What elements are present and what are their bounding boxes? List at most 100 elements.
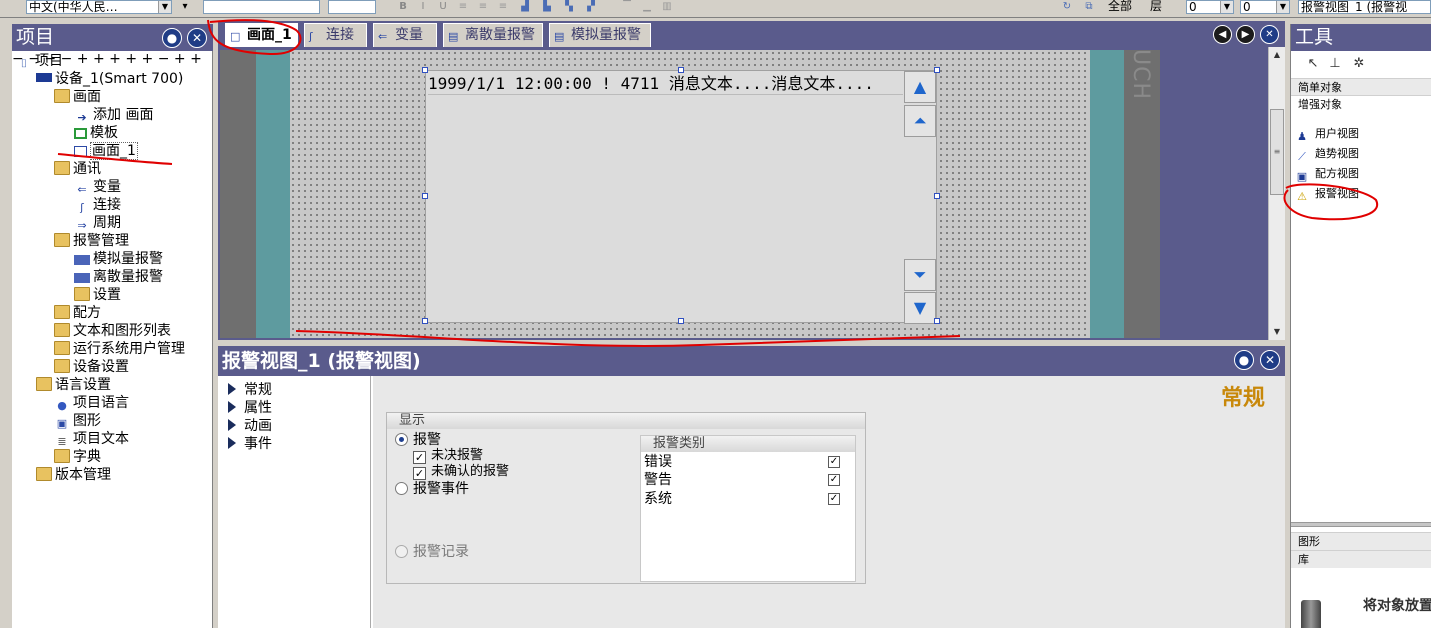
alarm-view-control[interactable]: 1999/1/1 12:00:00 ! 4711 消息文本....消息文本...… <box>425 70 937 324</box>
nav-properties[interactable]: 属性 <box>228 399 272 417</box>
distribute-icon[interactable]: ▥ <box>660 1 674 13</box>
expander-language-settings[interactable]: − <box>158 51 170 67</box>
align-left-icon[interactable]: ≡ <box>456 1 470 13</box>
expander-recipes[interactable]: + <box>93 51 105 67</box>
tab-screen-1[interactable]: □ 画面_1 <box>225 23 298 47</box>
layer-number-2[interactable]: 0 ▼ <box>1240 0 1290 14</box>
check-pending-alarms[interactable]: ✓ 未决报警 <box>413 448 483 464</box>
tree-item-project[interactable]: ⌷ 项目 <box>16 52 63 70</box>
align-top-icon[interactable]: ▔ <box>620 1 634 13</box>
tree-item-project-languages[interactable]: ● 项目语言 <box>54 394 129 412</box>
checkmark-icon[interactable]: ✓ <box>828 493 840 505</box>
tool-trend-view[interactable]: ⟋ 趋势视图 <box>1295 145 1359 163</box>
expander-text-graphic-lists[interactable]: + <box>109 51 121 67</box>
tree-item-device-settings[interactable]: 设备设置 <box>54 358 129 376</box>
checkmark-icon[interactable]: ✓ <box>828 456 840 468</box>
hmi-screen[interactable]: 1999/1/1 12:00:00 ! 4711 消息文本....消息文本...… <box>290 50 1090 338</box>
tree-item-template[interactable]: 模板 <box>74 124 118 142</box>
page-down-button[interactable]: ⏷ <box>904 259 936 291</box>
expander-dictionaries[interactable]: + <box>174 51 186 67</box>
category-graphics[interactable]: 图形 <box>1291 532 1431 550</box>
check-unacknowledged-alarms[interactable]: ✓ 未确认的报警 <box>413 464 509 480</box>
scroll-thumb[interactable]: ≡ <box>1270 109 1284 195</box>
tree-item-add-screen[interactable]: ➔ 添加 画面 <box>74 106 153 124</box>
tools-icon[interactable]: ✲ <box>1351 56 1367 72</box>
pin-icon[interactable]: ● <box>1234 350 1254 370</box>
tree-item-analog-alarms[interactable]: 模拟量报警 <box>74 250 163 268</box>
category-enhanced-objects[interactable]: 增强对象 <box>1291 95 1431 113</box>
resize-handle[interactable] <box>934 193 940 199</box>
tree-item-screen-1[interactable]: 画面_1 <box>74 142 138 160</box>
group-icon[interactable]: ▚ <box>562 1 576 13</box>
tree-item-device[interactable]: 设备_1(Smart 700) <box>36 70 183 88</box>
expander-device-settings[interactable]: + <box>142 51 154 67</box>
align-right-icon[interactable]: ≡ <box>496 1 510 13</box>
italic-icon[interactable]: I <box>416 1 430 13</box>
align-center-icon[interactable]: ≡ <box>476 1 490 13</box>
tool-recipe-view[interactable]: ▣ 配方视图 <box>1295 165 1359 183</box>
underline-icon[interactable]: U <box>436 1 450 13</box>
tool-user-view[interactable]: ♟ 用户视图 <box>1295 125 1359 143</box>
tab-discrete-alarms[interactable]: ▤ 离散量报警 <box>443 23 543 47</box>
object-combo[interactable]: 报警视图_1 (报警视 <box>1298 0 1431 14</box>
tree-item-cycles[interactable]: ⇒ 周期 <box>74 214 121 232</box>
nav-general[interactable]: 常规 <box>228 381 272 399</box>
tool-alarm-view[interactable]: ⚠ 报警视图 <box>1295 185 1359 203</box>
radio-alarms[interactable]: 报警 <box>395 431 441 449</box>
category-library[interactable]: 库 <box>1291 550 1431 568</box>
scroll-up-icon[interactable]: ▲ <box>1269 47 1285 63</box>
tab-connections[interactable]: ʃ 连接 <box>304 23 367 47</box>
tree-item-graphics[interactable]: ▣ 图形 <box>54 412 101 430</box>
tree-item-runtime-user-admin[interactable]: 运行系统用户管理 <box>54 340 185 358</box>
tab-analog-alarms[interactable]: ▤ 模拟量报警 <box>549 23 651 47</box>
tree-item-alarm-settings[interactable]: 设置 <box>74 286 121 304</box>
resize-handle[interactable] <box>934 67 940 73</box>
editor-vertical-scrollbar[interactable]: ▲ ≡ ▼ <box>1268 47 1285 340</box>
radio-alarm-log[interactable]: 报警记录 <box>395 543 469 561</box>
expander-runtime-user-admin[interactable]: + <box>125 51 137 67</box>
scroll-down-icon[interactable]: ▼ <box>1269 324 1285 340</box>
tab-scroll-left-icon[interactable]: ◀ <box>1213 25 1232 44</box>
radio-alarm-events[interactable]: 报警事件 <box>395 480 469 498</box>
resize-handle[interactable] <box>422 318 428 324</box>
tree-item-text-graphic-lists[interactable]: 文本和图形列表 <box>54 322 171 340</box>
expander-alarm-settings[interactable]: + <box>77 51 89 67</box>
tree-item-project-texts[interactable]: ≣ 项目文本 <box>54 430 129 448</box>
resize-handle[interactable] <box>934 318 940 324</box>
tree-item-communication[interactable]: 通讯 <box>54 160 101 178</box>
rotate-icon[interactable]: ↻ <box>1060 1 1074 13</box>
bold-button[interactable]: B <box>396 1 410 13</box>
layer-number-1[interactable]: 0 ▼ <box>1186 0 1234 14</box>
close-icon[interactable]: ✕ <box>1260 25 1279 44</box>
tree-item-version-management[interactable]: 版本管理 <box>36 466 111 484</box>
tab-scroll-right-icon[interactable]: ▶ <box>1236 25 1255 44</box>
nav-animations[interactable]: 动画 <box>228 417 272 435</box>
nav-events[interactable]: 事件 <box>228 435 272 453</box>
tree-item-language-settings[interactable]: 语言设置 <box>36 376 111 394</box>
pointer-icon[interactable]: ↖ <box>1305 56 1321 72</box>
tree-item-connections[interactable]: ʃ 连接 <box>74 196 121 214</box>
resize-handle[interactable] <box>422 67 428 73</box>
close-icon[interactable]: ✕ <box>1260 350 1280 370</box>
tree-item-recipes[interactable]: 配方 <box>54 304 101 322</box>
scroll-up-button[interactable]: ▲ <box>904 71 936 103</box>
font-size-combo[interactable] <box>328 0 376 14</box>
scroll-down-button[interactable]: ▼ <box>904 292 936 324</box>
tree-item-discrete-alarms[interactable]: 离散量报警 <box>74 268 163 286</box>
resize-handle[interactable] <box>678 67 684 73</box>
tree-item-tags[interactable]: ⇐ 变量 <box>74 178 121 196</box>
close-icon[interactable]: ✕ <box>187 28 207 48</box>
tree-item-alarm-management[interactable]: 报警管理 <box>54 232 129 250</box>
tab-tags[interactable]: ⇐ 变量 <box>373 23 437 47</box>
language-combo[interactable]: 中文(中华人民… ▼ <box>26 0 172 14</box>
send-back-icon[interactable]: ▙ <box>540 1 554 13</box>
resize-handle[interactable] <box>678 318 684 324</box>
tree-item-screens[interactable]: 画面 <box>54 88 101 106</box>
page-up-button[interactable]: ⏶ <box>904 105 936 137</box>
resize-handle[interactable] <box>422 193 428 199</box>
checkmark-icon[interactable]: ✓ <box>828 474 840 486</box>
stamp-icon[interactable]: ⊥ <box>1327 56 1343 72</box>
expander-version-management[interactable]: + <box>190 51 202 67</box>
category-simple-objects[interactable]: 简单对象 <box>1291 78 1431 96</box>
bring-front-icon[interactable]: ▟ <box>518 1 532 13</box>
